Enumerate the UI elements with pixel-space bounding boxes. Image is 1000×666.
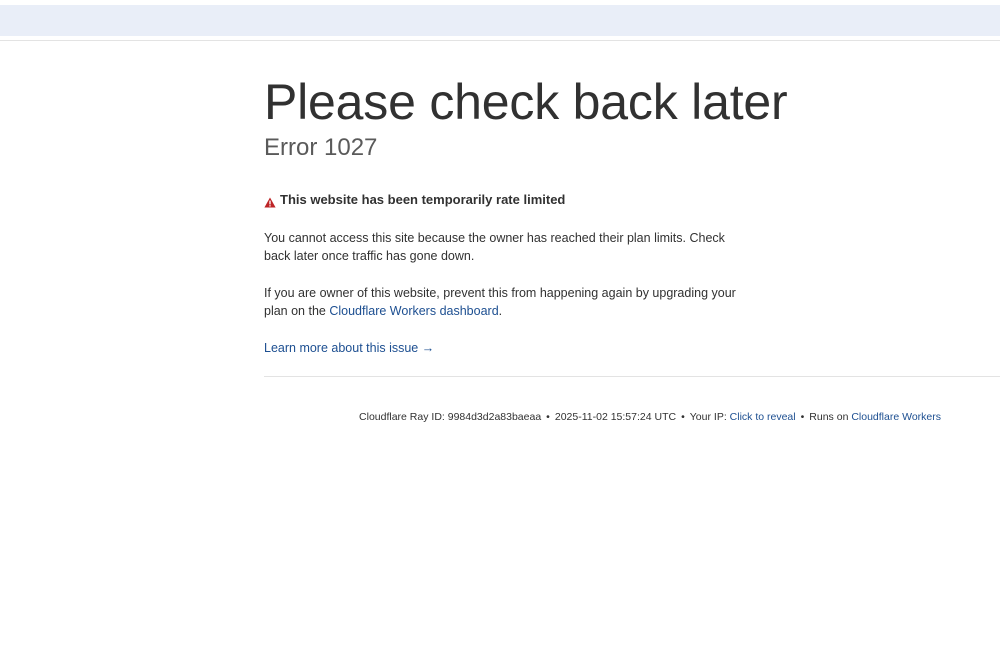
explanation-paragraph: You cannot access this site because the …: [264, 231, 725, 263]
cloudflare-workers-link[interactable]: Cloudflare Workers: [851, 411, 941, 423]
separator: •: [800, 411, 805, 423]
workers-dashboard-link[interactable]: Cloudflare Workers dashboard: [329, 304, 498, 318]
timestamp: 2025-11-02 15:57:24 UTC: [554, 411, 677, 423]
your-ip-label: Your IP:: [689, 411, 730, 423]
browser-bar-divider: [0, 40, 1000, 41]
warning-triangle-icon: [264, 195, 276, 207]
owner-paragraph: If you are owner of this website, preven…: [264, 284, 744, 320]
warning-message: This website has been temporarily rate l…: [264, 191, 1000, 209]
owner-paragraph-suffix: .: [498, 304, 503, 318]
separator: •: [681, 411, 685, 423]
footer-divider: [264, 376, 1000, 377]
reveal-ip-link[interactable]: Click to reveal: [730, 411, 796, 423]
page-title: Please check back later: [264, 74, 788, 130]
browser-top-bar: [0, 5, 1000, 36]
ray-id: Cloudflare Ray ID: 9984d3d2a83baeaa: [359, 411, 542, 423]
learn-more-link[interactable]: Learn more about this issue →: [264, 339, 1000, 357]
separator: •: [546, 411, 550, 423]
warning-text: This website has been temporarily rate l…: [280, 192, 566, 207]
footer: Cloudflare Ray ID: 9984d3d2a83baeaa • 2025…: [359, 409, 941, 425]
error-code: Error 1027: [264, 134, 378, 161]
runs-on-label: Runs on: [809, 411, 852, 423]
error-content: Please check back later Error 1027 This …: [264, 72, 1000, 357]
